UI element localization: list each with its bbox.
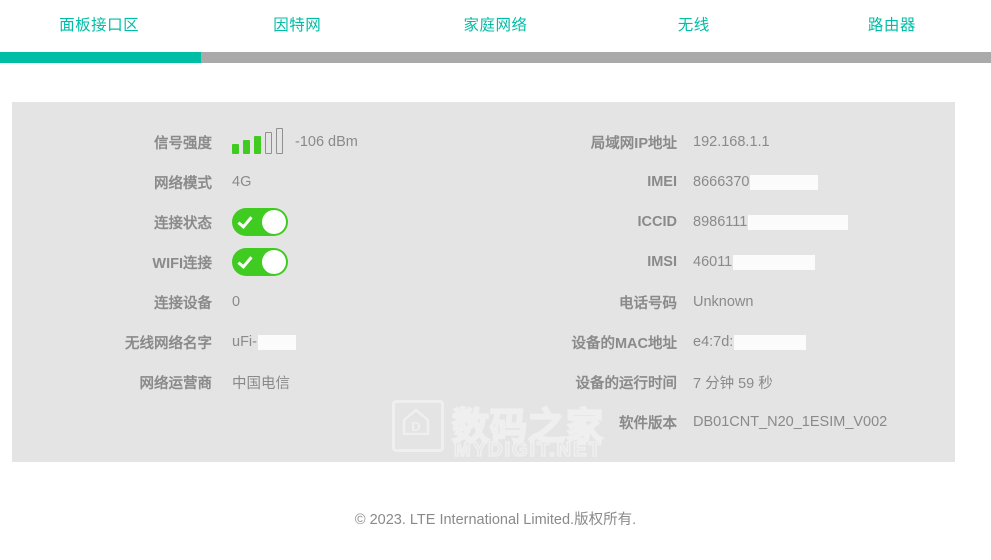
label-mac-address: 设备的MAC地址 (571, 335, 677, 352)
value-wifi-connection (232, 248, 288, 276)
tab-wireless[interactable]: 无线 (595, 0, 793, 52)
value-imsi: 46011 (693, 254, 816, 270)
row-network-mode: 网络模式 4G (12, 162, 512, 202)
label-imei: IMEI (647, 174, 677, 190)
label-network-mode: 网络模式 (154, 175, 212, 192)
status-column-left: 信号强度 -106 dBm 网络模式 4G 连接状态 WIFI连接 连接设备 0… (12, 102, 512, 402)
redaction-box-iccid (748, 214, 849, 230)
footer-copyright: © 2023. LTE International Limited.版权所有. (354, 512, 637, 528)
signal-bar-3 (254, 136, 261, 154)
row-wifi-connection: WIFI连接 (12, 242, 512, 282)
redaction-box-mac-address (734, 334, 807, 350)
label-wifi-connection: WIFI连接 (152, 255, 212, 272)
row-uptime: 设备的运行时间 7 分钟 59 秒 (512, 362, 955, 402)
wifi-name-text: uFi- (232, 334, 257, 350)
value-wifi-name: uFi- (232, 334, 296, 350)
tab-router[interactable]: 路由器 (793, 0, 991, 52)
row-imei: IMEI 8666370 (512, 162, 955, 202)
status-panel: 信号强度 -106 dBm 网络模式 4G 连接状态 WIFI连接 连接设备 0… (12, 102, 955, 462)
label-lan-ip: 局域网IP地址 (590, 135, 677, 152)
signal-strength-dbm: -106 dBm (295, 134, 358, 150)
row-mac-address: 设备的MAC地址 e4:7d: (512, 322, 955, 362)
row-iccid: ICCID 8986111 (512, 202, 955, 242)
value-network-mode: 4G (232, 174, 252, 190)
redaction-box-imsi (733, 254, 816, 270)
row-lan-ip: 局域网IP地址 192.168.1.1 (512, 122, 955, 162)
iccid-text: 8986111 (693, 214, 748, 230)
label-imsi: IMSI (647, 254, 677, 270)
value-signal-strength: -106 dBm (232, 128, 358, 154)
row-connection-status: 连接状态 (12, 202, 512, 242)
row-phone-number: 电话号码 Unknown (512, 282, 955, 322)
spacer-top-left (12, 102, 512, 122)
tab-internet[interactable]: 因特网 (198, 0, 396, 52)
value-phone-number: Unknown (693, 294, 754, 310)
wifi-connection-toggle[interactable] (232, 248, 288, 276)
check-icon (237, 213, 253, 229)
label-wifi-name: 无线网络名字 (125, 335, 212, 352)
tab-home-network[interactable]: 家庭网络 (396, 0, 594, 52)
row-signal-strength: 信号强度 -106 dBm (12, 122, 512, 162)
value-network-operator: 中国电信 (232, 375, 290, 392)
signal-bar-2 (243, 140, 250, 154)
signal-bar-1 (232, 144, 239, 154)
toggle-knob (262, 210, 286, 234)
label-phone-number: 电话号码 (619, 295, 677, 312)
imei-text: 8666370 (693, 174, 750, 190)
label-signal-strength: 信号强度 (154, 135, 212, 152)
row-wifi-name: 无线网络名字 uFi- (12, 322, 512, 362)
signal-strength-icon (232, 128, 283, 154)
spacer-top-right (512, 102, 955, 122)
label-software-version: 软件版本 (619, 415, 677, 432)
tab-active-indicator (0, 52, 201, 63)
check-icon (237, 253, 253, 269)
value-imei: 8666370 (693, 174, 819, 190)
value-connection-status (232, 208, 288, 236)
redaction-box-imei (750, 174, 819, 190)
value-software-version: DB01CNT_N20_1ESIM_V002 (693, 414, 888, 430)
value-mac-address: e4:7d: (693, 334, 807, 350)
main-tab-navigation: 面板接口区 因特网 家庭网络 无线 路由器 (0, 0, 991, 63)
tab-panel-interface[interactable]: 面板接口区 (0, 0, 198, 52)
row-imsi: IMSI 46011 (512, 242, 955, 282)
tab-list: 面板接口区 因特网 家庭网络 无线 路由器 (0, 0, 991, 52)
label-connected-devices: 连接设备 (154, 295, 212, 312)
label-network-operator: 网络运营商 (139, 375, 213, 392)
mac-address-text: e4:7d: (693, 334, 734, 350)
value-connected-devices: 0 (232, 294, 241, 310)
router-status-page: 面板接口区 因特网 家庭网络 无线 路由器 信号强度 -106 dBm 网络模式… (0, 0, 991, 560)
row-connected-devices: 连接设备 0 (12, 282, 512, 322)
label-iccid: ICCID (637, 214, 677, 230)
label-connection-status: 连接状态 (154, 215, 212, 232)
row-network-operator: 网络运营商 中国电信 (12, 362, 512, 402)
imsi-text: 46011 (693, 254, 733, 270)
row-software-version: 软件版本 DB01CNT_N20_1ESIM_V002 (512, 402, 955, 442)
connection-status-toggle[interactable] (232, 208, 288, 236)
signal-bar-5 (276, 128, 283, 154)
toggle-knob (262, 250, 286, 274)
redaction-box-wifi-name (257, 334, 296, 350)
value-uptime: 7 分钟 59 秒 (693, 375, 773, 392)
value-iccid: 8986111 (693, 214, 849, 230)
label-uptime: 设备的运行时间 (575, 375, 678, 392)
value-lan-ip: 192.168.1.1 (693, 134, 770, 150)
status-column-right: 局域网IP地址 192.168.1.1 IMEI 8666370 ICCID 8… (512, 102, 955, 442)
signal-bar-4 (265, 132, 272, 154)
